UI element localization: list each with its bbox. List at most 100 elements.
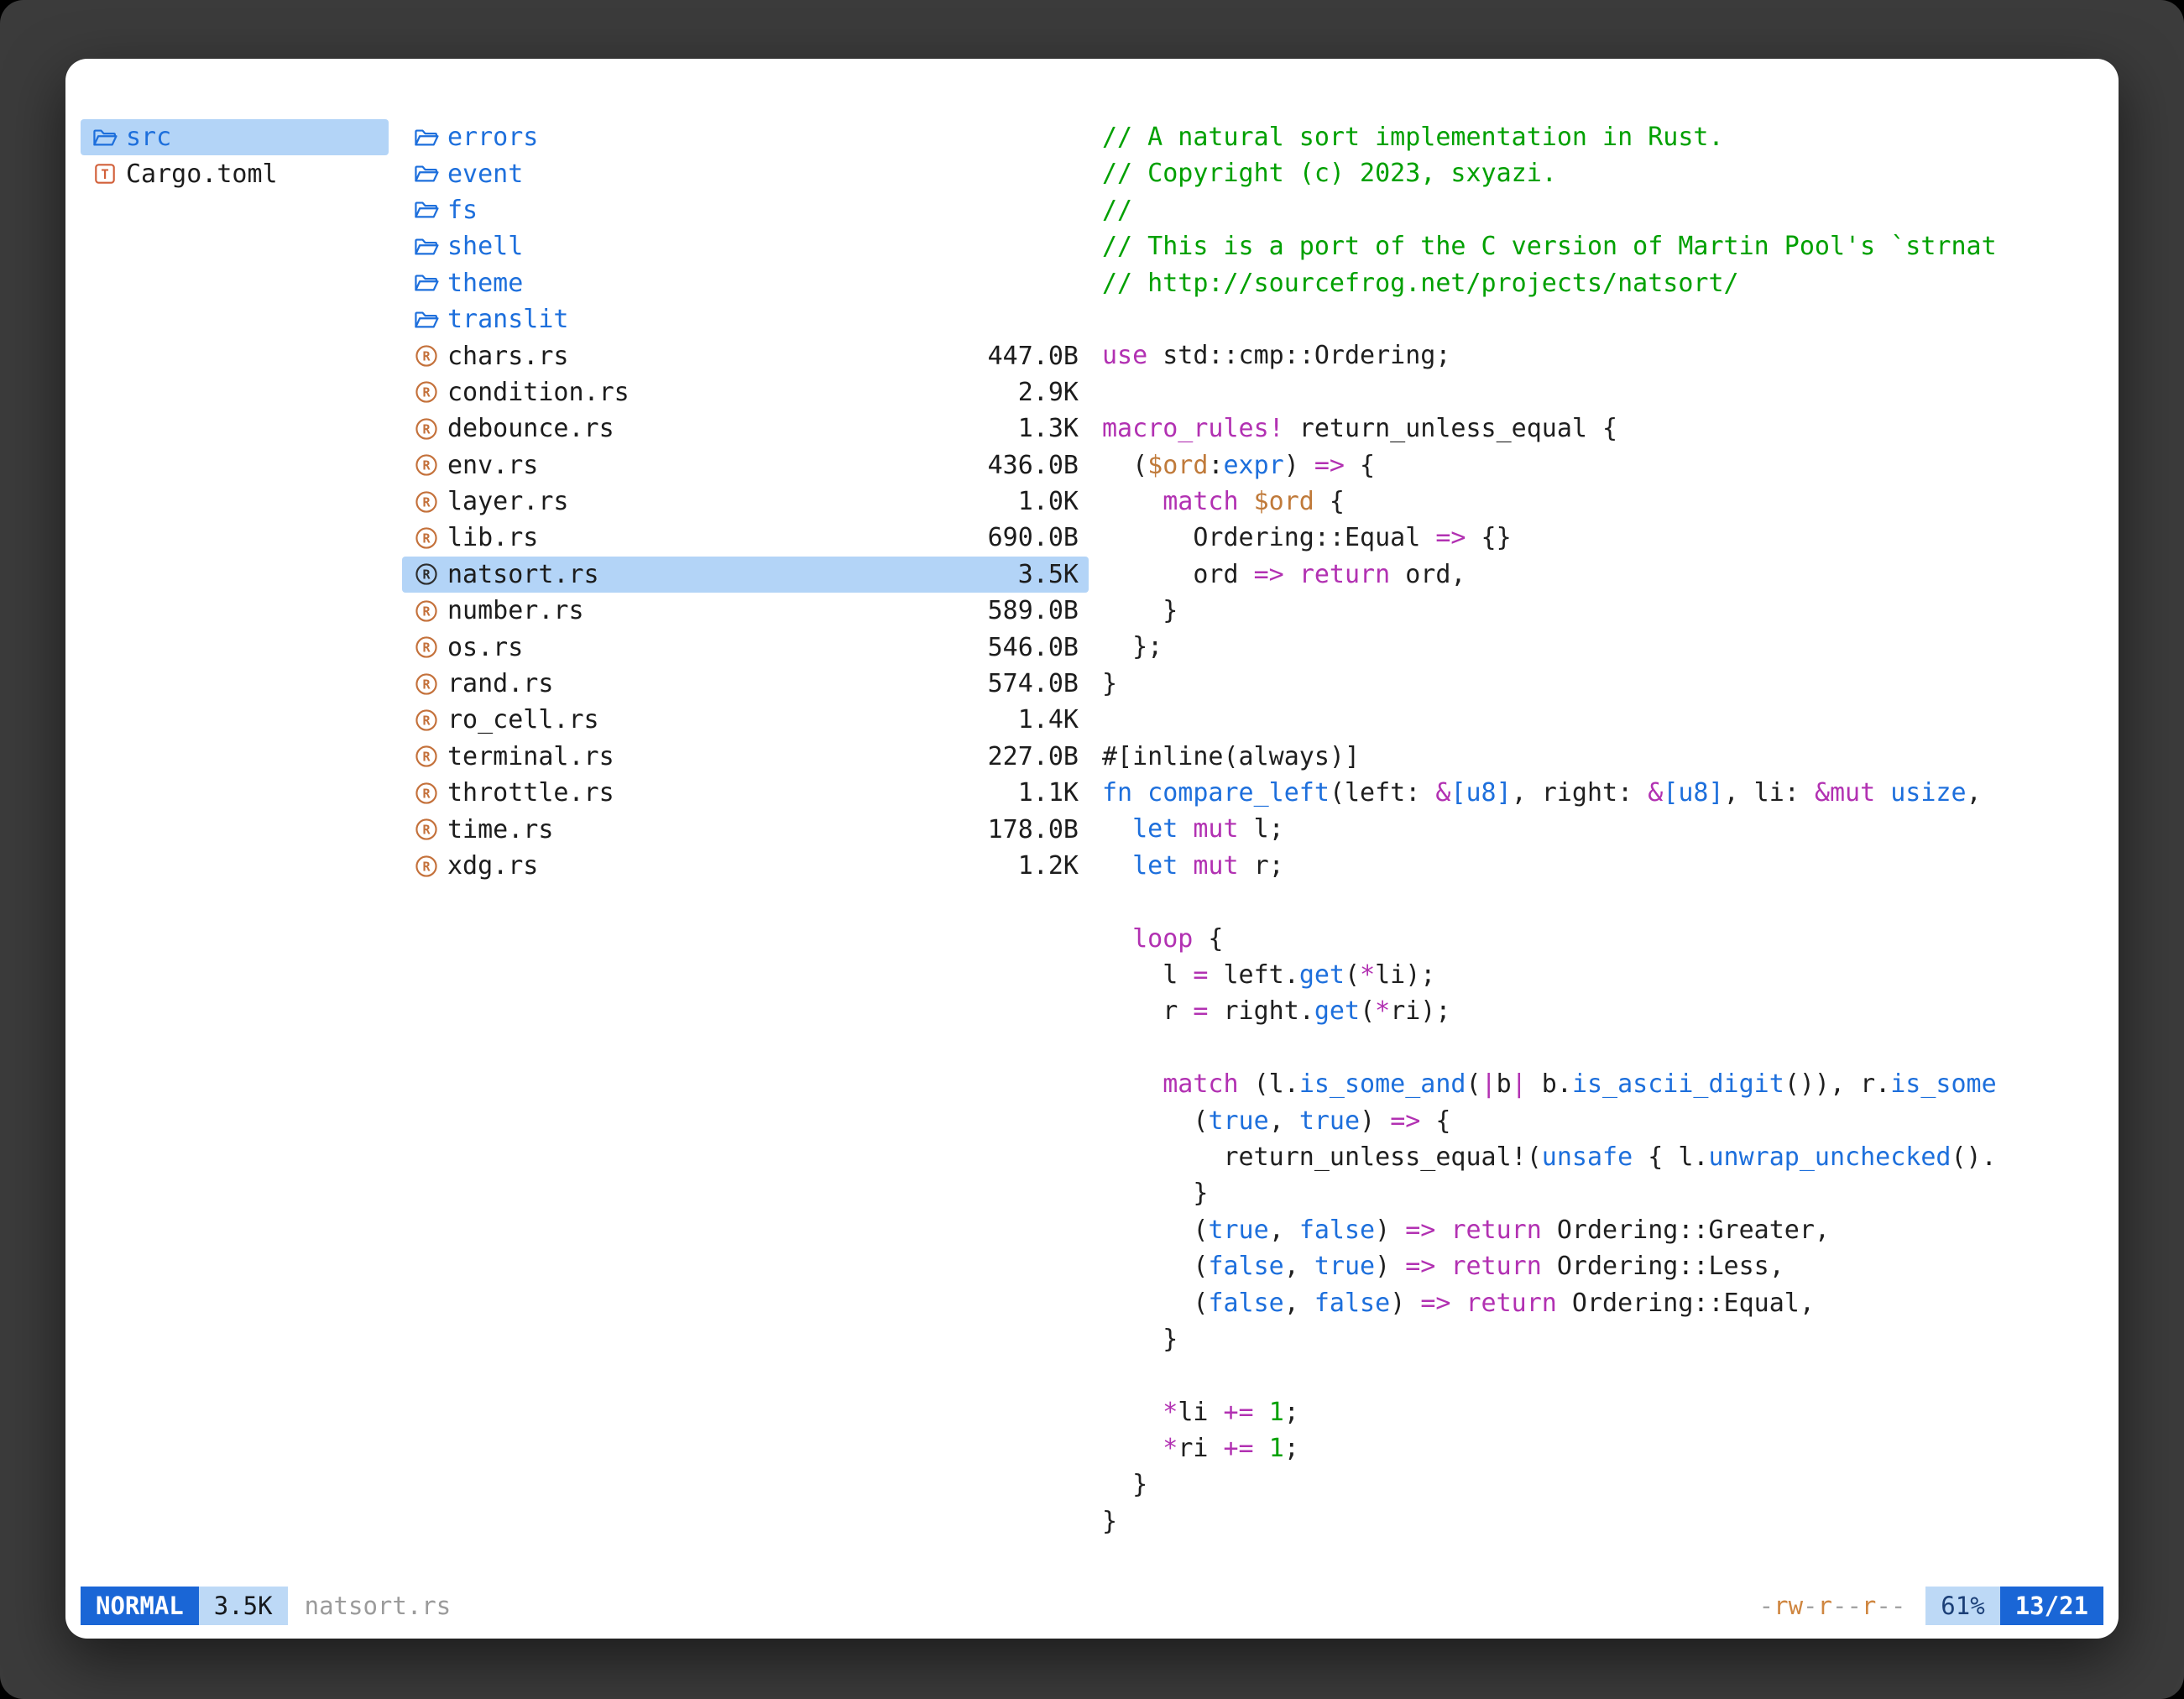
file-size: 690.0B (971, 523, 1079, 552)
file-size: 1.4K (1001, 705, 1079, 734)
svg-text:R: R (422, 640, 431, 656)
file-name: natsort.rs (447, 560, 599, 589)
rust-icon: R (412, 379, 441, 405)
code-line: } (1102, 666, 2103, 702)
file-name: ro_cell.rs (447, 705, 599, 734)
file-row-number-rs[interactable]: Rnumber.rs589.0B (402, 593, 1089, 629)
file-name: rand.rs (447, 669, 553, 698)
file-row-translit[interactable]: translit (402, 301, 1089, 337)
code-line: macro_rules! return_unless_equal { (1102, 410, 2103, 447)
rust-icon: R (412, 672, 441, 697)
file-name: chars.rs (447, 342, 569, 371)
code-line: } (1102, 1466, 2103, 1503)
file-name: terminal.rs (447, 742, 614, 771)
folder-open-icon (412, 125, 441, 150)
file-row-time-rs[interactable]: Rtime.rs 178.0B (402, 811, 1089, 847)
file-row-natsort-rs[interactable]: Rnatsort.rs 3.5K (402, 557, 1089, 593)
file-row-os-rs[interactable]: Ros.rs 546.0B (402, 629, 1089, 665)
file-size: 574.0B (971, 669, 1079, 698)
file-row-xdg-rs[interactable]: Rxdg.rs 1.2K (402, 848, 1089, 884)
svg-text:R: R (422, 677, 431, 692)
file-size: 589.0B (971, 596, 1079, 625)
file-name: xdg.rs (447, 851, 538, 881)
svg-text:R: R (422, 494, 431, 510)
svg-text:R: R (422, 786, 431, 801)
permissions-label: -rw-r--r-- (1759, 1592, 1906, 1620)
file-row-env-rs[interactable]: Renv.rs 436.0B (402, 447, 1089, 484)
code-line: ord => return ord, (1102, 557, 2103, 593)
file-row-terminal-rs[interactable]: Rterminal.rs227.0B (402, 739, 1089, 775)
code-line: let mut l; (1102, 811, 2103, 847)
file-size: 546.0B (971, 633, 1079, 662)
code-line (1102, 1030, 2103, 1066)
svg-text:R: R (422, 822, 431, 837)
code-line: (false, false) => return Ordering::Equal… (1102, 1285, 2103, 1321)
file-name: os.rs (447, 633, 523, 662)
panes-container: src TCargo.toml errorsevent fs shellthemetr… (81, 119, 2103, 1571)
code-line: ($ord:expr) => { (1102, 447, 2103, 484)
svg-text:R: R (422, 750, 431, 765)
code-line: l = left.get(*li); (1102, 957, 2103, 993)
file-row-debounce-rs[interactable]: Rdebounce.rs1.3K (402, 410, 1089, 447)
file-name: env.rs (447, 451, 538, 480)
file-size: 436.0B (971, 451, 1079, 480)
scroll-percent-badge: 61% (1925, 1587, 1999, 1625)
file-size: 3.5K (1001, 560, 1079, 589)
file-row-chars-rs[interactable]: Rchars.rs447.0B (402, 337, 1089, 374)
file-row-condition-rs[interactable]: Rcondition.rs2.9K (402, 374, 1089, 410)
rust-icon: R (412, 562, 441, 587)
folder-open-icon (412, 197, 441, 222)
file-row-src[interactable]: src (81, 119, 389, 155)
rust-icon: R (412, 817, 441, 842)
folder-open-icon (412, 307, 441, 332)
svg-text:R: R (422, 713, 431, 728)
rust-icon: R (412, 708, 441, 733)
file-row-errors[interactable]: errors (402, 119, 1089, 155)
code-line: r = right.get(*ri); (1102, 993, 2103, 1029)
file-name: time.rs (447, 815, 553, 844)
code-line: } (1102, 593, 2103, 629)
code-line: }; (1102, 629, 2103, 665)
code-line: (true, true) => { (1102, 1103, 2103, 1139)
code-line: } (1102, 1503, 2103, 1540)
file-row-fs[interactable]: fs (402, 192, 1089, 228)
file-row-lib-rs[interactable]: Rlib.rs690.0B (402, 520, 1089, 556)
folder-open-icon (91, 125, 119, 150)
file-name: fs (447, 196, 478, 225)
svg-text:R: R (422, 348, 431, 363)
file-row-shell[interactable]: shell (402, 228, 1089, 264)
file-name: src (126, 123, 171, 152)
current-directory-pane: errorseventfsshellthemetranslitRchars.rs… (402, 119, 1089, 1571)
rust-icon: R (412, 525, 441, 551)
rust-icon: R (412, 599, 441, 624)
code-line: // http://sourcefrog.net/projects/natsor… (1102, 265, 2103, 301)
file-row-event[interactable]: event (402, 155, 1089, 191)
file-row-cargo-toml[interactable]: TCargo.toml (81, 155, 389, 191)
rust-icon: R (412, 452, 441, 478)
rust-icon: R (412, 744, 441, 769)
file-size: 1.1K (1001, 778, 1079, 808)
status-bar: NORMAL 3.5K natsort.rs -rw-r--r-- 61% 13… (81, 1587, 2103, 1625)
toml-icon: T (91, 161, 119, 186)
svg-text:R: R (422, 458, 431, 473)
svg-text:R: R (422, 604, 431, 619)
rust-icon: R (412, 854, 441, 879)
file-size: 178.0B (971, 815, 1079, 844)
file-name: condition.rs (447, 378, 630, 407)
file-name: debounce.rs (447, 414, 614, 443)
file-size: 1.2K (1001, 851, 1079, 881)
code-line: loop { (1102, 921, 2103, 957)
file-row-ro-cell-rs[interactable]: Rro_cell.rs 1.4K (402, 702, 1089, 738)
svg-text:T: T (101, 167, 108, 182)
svg-text:R: R (422, 859, 431, 874)
rust-icon: R (412, 416, 441, 442)
code-line: use std::cmp::Ordering; (1102, 337, 2103, 374)
folder-open-icon (412, 234, 441, 259)
cursor-position-badge: 13/21 (2000, 1587, 2103, 1625)
rust-icon: R (412, 781, 441, 806)
file-row-theme[interactable]: theme (402, 265, 1089, 301)
file-row-throttle-rs[interactable]: Rthrottle.rs1.1K (402, 775, 1089, 811)
code-line: // (1102, 192, 2103, 228)
file-row-layer-rs[interactable]: Rlayer.rs1.0K (402, 484, 1089, 520)
file-row-rand-rs[interactable]: Rrand.rs 574.0B (402, 666, 1089, 702)
